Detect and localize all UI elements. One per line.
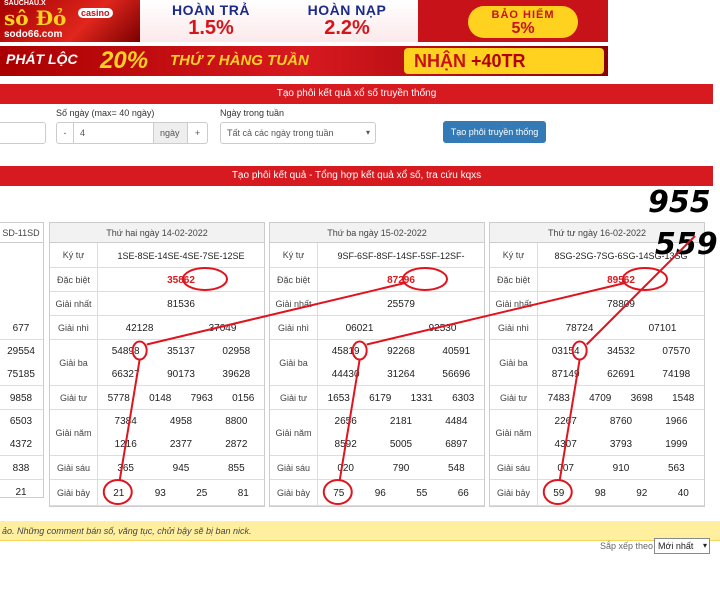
annotation-cross-link xyxy=(366,282,626,346)
sort-select[interactable]: Mới nhất ▾ xyxy=(654,538,710,554)
handwritten-annotations: 955 559 xyxy=(102,185,718,505)
annotation-special-circle xyxy=(182,267,228,291)
annotation-marks xyxy=(102,235,696,505)
annotation-g7-circle xyxy=(542,479,573,505)
annotation-cross-link xyxy=(585,235,696,346)
annotation-vertical-link xyxy=(338,359,361,481)
annotation-g3-circle xyxy=(351,340,368,361)
chevron-down-icon: ▾ xyxy=(702,541,707,550)
annotation-g7-circle xyxy=(102,479,133,505)
annotation-cross-link xyxy=(146,282,406,346)
sort-select-value: Mới nhất xyxy=(658,541,694,551)
annotation-top-number: 955 xyxy=(648,185,711,220)
annotation-g3-circle xyxy=(571,340,588,361)
annotation-special-circle xyxy=(402,267,448,291)
comment-notice: ảo. Những comment bán số, văng tục, chửi… xyxy=(0,521,720,541)
annotation-vertical-link xyxy=(118,359,141,481)
sort-label: Sắp xếp theo xyxy=(600,541,654,551)
annotation-g3-circle xyxy=(131,340,148,361)
annotation-g7-circle xyxy=(322,479,353,505)
annotation-vertical-link xyxy=(558,359,581,481)
